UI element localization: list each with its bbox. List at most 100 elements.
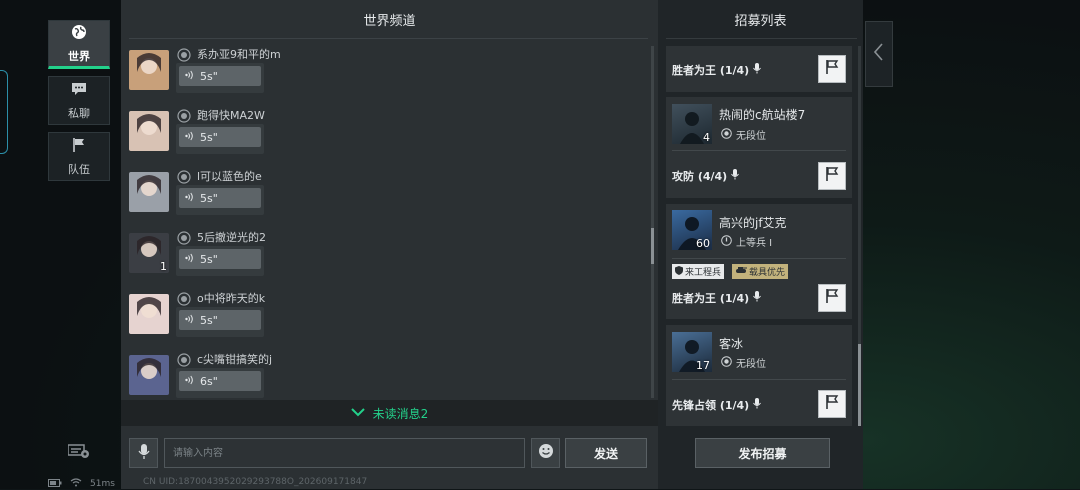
publish-recruit-button[interactable]: 发布招募: [695, 438, 830, 468]
tab-team-label: 队伍: [68, 162, 90, 176]
join-team-button[interactable]: [818, 55, 846, 83]
scrollbar-track[interactable]: [651, 46, 654, 398]
recruit-card[interactable]: 17 客冰 无段位 先锋占领 (1/4): [666, 325, 852, 426]
tag-label: 来工程兵: [685, 268, 722, 278]
world-channel-panel: 世界频道 系办亚9和平的m 5s" 跑得快MA2W 5s" l可以蓝色的e 5s" 1 5后撤…: [121, 0, 658, 489]
microphone-icon: [753, 291, 762, 305]
voice-duration: 5s": [200, 191, 218, 205]
flag-icon: [824, 166, 840, 186]
world-channel-title: 世界频道: [363, 14, 416, 29]
collapse-panel-button[interactable]: [865, 21, 893, 87]
recruit-card[interactable]: 胜者为王 (1/4): [666, 46, 852, 92]
recruit-card[interactable]: 60 高兴的jf艾克 上等兵 I 来工程兵 载具优先 胜者为王 (1/4): [666, 204, 852, 319]
voice-message[interactable]: 5s": [176, 63, 264, 93]
edge-handle[interactable]: [0, 70, 8, 154]
voice-message[interactable]: 5s": [176, 246, 264, 276]
scrollbar-thumb[interactable]: [858, 344, 861, 426]
level: 4: [703, 131, 710, 144]
microphone-icon: [753, 63, 762, 77]
divider: [666, 38, 857, 39]
list-item[interactable]: l可以蓝色的e 5s": [129, 168, 529, 228]
flag-icon: [824, 59, 840, 79]
voice-message[interactable]: 5s": [176, 185, 264, 215]
scrollbar-thumb[interactable]: [651, 228, 654, 264]
rank-badge-icon: [177, 230, 191, 245]
sender-name: 5后撤逆光的2: [197, 231, 266, 244]
ping-text: 51ms: [90, 479, 115, 489]
chat-input[interactable]: [164, 438, 525, 468]
level: 60: [696, 237, 710, 250]
player-name: 高兴的jf艾克: [719, 216, 787, 230]
chevron-left-icon: [873, 43, 884, 65]
list-item[interactable]: o中将昨天的k 5s": [129, 290, 529, 350]
battery-icon: [48, 478, 62, 490]
tab-world[interactable]: 世界: [48, 20, 110, 69]
tab-private-chat[interactable]: 私聊: [48, 76, 110, 125]
game-mode: 胜者为王 (1/4): [672, 62, 762, 78]
voice-input-button[interactable]: [129, 438, 158, 468]
flag-icon: [71, 137, 87, 157]
game-mode: 攻防 (4/4): [672, 168, 740, 184]
join-team-button[interactable]: [818, 284, 846, 312]
microphone-icon: [137, 443, 150, 464]
avatar[interactable]: [129, 355, 169, 395]
sender-name: 系办亚9和平的m: [197, 48, 281, 61]
rank-badge-icon: [721, 127, 732, 142]
player-rank: 无段位: [721, 127, 766, 142]
tank-icon: [735, 266, 747, 277]
game-mode-label: 攻防 (4/4): [672, 170, 728, 183]
divider: [672, 258, 846, 259]
avatar[interactable]: [129, 294, 169, 334]
player-rank-label: 上等兵 I: [736, 238, 773, 249]
divider: [672, 379, 846, 380]
voice-message[interactable]: 5s": [176, 124, 264, 154]
tag: 来工程兵: [672, 264, 725, 279]
game-mode-label: 先锋占领 (1/4): [672, 399, 750, 412]
wifi-icon: [70, 478, 82, 490]
unread-messages-button[interactable]: 未读消息2: [121, 400, 658, 426]
sender-name: l可以蓝色的e: [197, 170, 262, 183]
rank-badge-icon: [721, 355, 732, 370]
avatar[interactable]: 1: [129, 233, 169, 273]
list-item[interactable]: 系办亚9和平的m 5s": [129, 46, 529, 106]
sender-name: c尖嘴钳搞笑的j: [197, 353, 273, 366]
sound-wave-icon: [185, 131, 194, 144]
game-mode: 胜者为王 (1/4): [672, 290, 762, 306]
avatar[interactable]: [129, 50, 169, 90]
tag-label: 载具优先: [749, 268, 786, 278]
sound-wave-icon: [185, 192, 194, 205]
player-rank-label: 无段位: [736, 131, 766, 142]
avatar[interactable]: [129, 111, 169, 151]
sender-name: o中将昨天的k: [197, 292, 266, 305]
recruit-card[interactable]: 4 热闹的c航站楼7 无段位 攻防 (4/4): [666, 97, 852, 198]
divider: [672, 150, 846, 151]
voice-message[interactable]: 6s": [176, 368, 264, 398]
join-team-button[interactable]: [818, 390, 846, 418]
voice-duration: 5s": [200, 69, 218, 83]
level: 1: [160, 260, 167, 273]
settings-icon[interactable]: [67, 443, 90, 463]
flag-icon: [824, 288, 840, 308]
player-rank-label: 无段位: [736, 359, 766, 370]
join-team-button[interactable]: [818, 162, 846, 190]
send-button[interactable]: 发送: [565, 438, 647, 468]
rank-badge-icon: [177, 169, 191, 184]
level: 17: [696, 359, 710, 372]
rank-badge-icon: [721, 234, 732, 249]
voice-message[interactable]: 5s": [176, 307, 264, 337]
avatar: 4: [672, 104, 712, 144]
list-item[interactable]: 1 5后撤逆光的2 5s": [129, 229, 529, 289]
tab-team[interactable]: 队伍: [48, 132, 110, 181]
avatar[interactable]: [129, 172, 169, 212]
sound-wave-icon: [185, 314, 194, 327]
unread-label: 未读消息2: [372, 406, 429, 421]
microphone-icon: [731, 169, 740, 183]
chevron-down-icon: [350, 406, 365, 420]
uid-text: CN UID:1870043952029293788O_202609171847: [143, 477, 368, 487]
player-rank: 上等兵 I: [721, 234, 772, 249]
rank-badge-icon: [177, 291, 191, 306]
emoji-button[interactable]: [531, 438, 560, 468]
status-bar: 51ms: [48, 478, 115, 490]
list-item[interactable]: 跑得快MA2W 5s": [129, 107, 529, 167]
tab-private-chat-label: 私聊: [68, 106, 90, 120]
